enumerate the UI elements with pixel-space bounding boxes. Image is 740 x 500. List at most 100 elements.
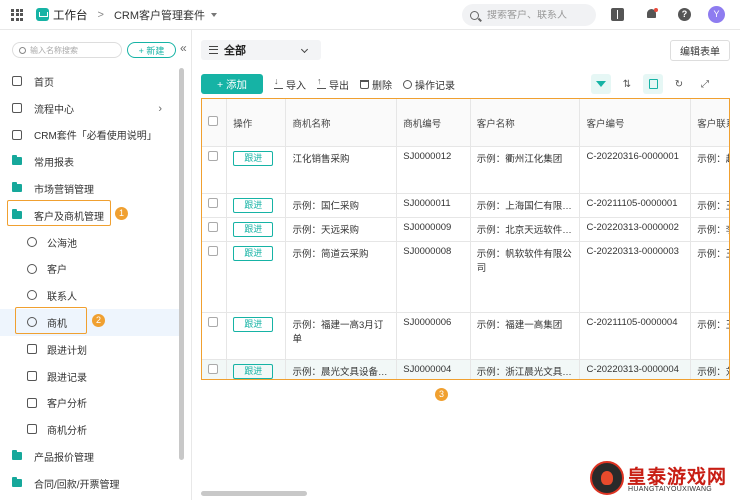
sidebar-scrollbar[interactable] xyxy=(179,68,184,460)
table-cell[interactable]: 示例：简道云采购 xyxy=(285,241,398,313)
table-cell[interactable]: 示例：晨光文具设备… xyxy=(285,359,398,379)
row-checkbox[interactable] xyxy=(208,246,218,256)
export-label: 导出 xyxy=(329,80,349,92)
workspace-title[interactable]: 工作台 xyxy=(53,7,88,23)
sheet-icon xyxy=(648,79,658,89)
sidebar-item-label: 跟进计划 xyxy=(47,345,87,357)
watermark-subtitle: HUANGTAIYOUXIWANG xyxy=(628,486,713,493)
row-select-cell xyxy=(201,359,228,379)
operation-log-button[interactable]: 操作记录 xyxy=(403,77,455,92)
follow-up-button[interactable]: 跟进 xyxy=(233,198,274,213)
row-checkbox[interactable] xyxy=(208,198,218,208)
table-row[interactable]: 跟进 示例：晨光文具设备… SJ0000004 示例：浙江晨光文具… C-202… xyxy=(201,359,729,379)
follow-up-button[interactable]: 跟进 xyxy=(233,151,274,166)
sidebar-search-input[interactable] xyxy=(30,45,115,55)
sidebar-item-follow-plan[interactable]: 跟进计划 xyxy=(0,336,180,363)
table-cell[interactable]: 示例：福建一高3月订单 xyxy=(285,312,398,360)
table-cell: 示例：王立 xyxy=(690,241,729,313)
sort-button[interactable]: ⇅ xyxy=(617,74,637,94)
sidebar-item-contacts[interactable]: 联系人 xyxy=(0,282,180,309)
table-row[interactable]: 跟进 示例：天远采购 SJ0000009 示例：北京天远软件… C-202203… xyxy=(201,217,729,242)
refresh-button[interactable]: ↻ xyxy=(669,74,689,94)
row-checkbox[interactable] xyxy=(208,317,218,327)
select-all-checkbox[interactable] xyxy=(208,116,218,126)
column-settings-button[interactable] xyxy=(643,74,663,94)
table-cell: C-20220313-0000003 xyxy=(579,241,692,313)
column-header[interactable]: 商机名称 xyxy=(285,98,398,147)
column-header[interactable]: 操作 xyxy=(226,98,287,147)
export-button[interactable]: 导出 xyxy=(317,76,349,92)
home-icon xyxy=(12,76,22,86)
sidebar-item-quotes[interactable]: 产品报价管理 xyxy=(0,443,180,470)
delete-button[interactable]: 删除 xyxy=(360,77,392,92)
sidebar-item-follow-records[interactable]: 跟进记录 xyxy=(0,363,180,390)
row-checkbox[interactable] xyxy=(208,364,218,374)
follow-up-button[interactable]: 跟进 xyxy=(233,364,274,379)
table-row[interactable]: 跟进 示例：福建一高3月订单 SJ0000006 示例：福建一高集团 C-202… xyxy=(201,312,729,360)
filter-button[interactable] xyxy=(591,74,611,94)
sidebar-item-flow-center[interactable]: 流程中心 › xyxy=(0,95,180,122)
sidebar-item-customers[interactable]: 客户 xyxy=(0,256,180,283)
sidebar-item-public-pool[interactable]: 公海池 xyxy=(0,229,180,256)
column-header[interactable]: 客户编号 xyxy=(579,98,692,147)
sidebar-item-contracts[interactable]: 合同/回款/开票管理 xyxy=(0,470,180,497)
fullscreen-button[interactable]: ⤢ xyxy=(695,74,715,94)
table-horizontal-scrollbar[interactable] xyxy=(201,491,307,496)
help-icon[interactable]: ? xyxy=(678,8,691,21)
table-row[interactable]: 跟进 示例：国仁采购 SJ0000011 示例：上海国仁有限… C-202111… xyxy=(201,193,729,218)
notification-bell-icon[interactable] xyxy=(645,8,658,21)
add-button[interactable]: + 添加 xyxy=(201,74,263,94)
column-header[interactable]: 客户联系人 xyxy=(690,98,729,147)
sidebar-item-label: 客户 xyxy=(47,265,67,277)
row-select-cell xyxy=(201,193,228,218)
workspace-logo-icon xyxy=(36,8,49,21)
sidebar-item-home[interactable]: 首页 xyxy=(0,68,180,95)
watermark-title: 皇泰游戏网 xyxy=(627,466,728,488)
folder-icon xyxy=(12,182,22,193)
table-cell: C-20220313-0000002 xyxy=(579,217,692,242)
table-cell[interactable]: 江化销售采购 xyxy=(285,146,398,194)
follow-up-button[interactable]: 跟进 xyxy=(233,317,274,332)
folder-icon xyxy=(12,155,22,166)
table-cell: 示例：王倩 xyxy=(690,193,729,218)
table-cell[interactable]: 示例：天远采购 xyxy=(285,217,398,242)
column-header[interactable]: 客户名称 xyxy=(469,98,581,147)
new-button[interactable]: + 新建 xyxy=(127,42,176,58)
sidebar-item-label: 商机分析 xyxy=(47,426,87,438)
chevron-down-icon[interactable] xyxy=(211,12,217,17)
breadcrumb-app[interactable]: CRM客户管理套件 xyxy=(114,7,205,23)
global-search-input[interactable] xyxy=(487,9,587,21)
person-icon xyxy=(27,263,37,274)
data-table: 操作 商机名称 商机编号 客户名称 客户编号 客户联系人 跟进 江化销售采购 S… xyxy=(201,98,729,379)
table-toolbar: + 添加 导入 导出 删除 操作记录 xyxy=(201,74,455,94)
step-badge-1: 1 xyxy=(115,207,128,220)
action-cell: 跟进 xyxy=(226,217,287,242)
avatar[interactable]: Y xyxy=(708,6,725,23)
column-header[interactable]: 商机编号 xyxy=(396,98,471,147)
follow-up-button[interactable]: 跟进 xyxy=(233,222,274,237)
sidebar-search[interactable] xyxy=(12,42,122,58)
global-search[interactable] xyxy=(462,4,596,26)
row-checkbox[interactable] xyxy=(208,151,218,161)
view-selector[interactable]: 全部 xyxy=(201,40,321,60)
app-grid-icon[interactable] xyxy=(11,8,23,21)
sidebar-item-label: 跟进记录 xyxy=(47,372,87,384)
table-row[interactable]: 跟进 示例：简道云采购 SJ0000008 示例：帆软软件有限公司 C-2022… xyxy=(201,241,729,313)
follow-up-button[interactable]: 跟进 xyxy=(233,246,274,261)
edit-form-button[interactable]: 编辑表单 xyxy=(670,40,730,61)
table-row[interactable]: 跟进 江化销售采购 SJ0000012 示例：衢州江化集团 C-20220316… xyxy=(201,146,729,194)
sidebar-item-customer-analysis[interactable]: 客户分析 xyxy=(0,390,180,417)
sidebar-item-reports[interactable]: 常用报表 xyxy=(0,148,180,175)
table-cell[interactable]: 示例：国仁采购 xyxy=(285,193,398,218)
row-checkbox[interactable] xyxy=(208,222,218,232)
sidebar-item-opportunity-analysis[interactable]: 商机分析 xyxy=(0,416,180,443)
list-icon xyxy=(209,46,218,54)
guide-book-icon[interactable] xyxy=(611,8,624,21)
sidebar-item-label: 客户分析 xyxy=(47,399,87,411)
record-icon xyxy=(27,370,37,381)
collapse-sidebar-icon[interactable]: « xyxy=(180,41,187,55)
sidebar-item-crm-guide[interactable]: CRM套件「必看使用说明」 xyxy=(0,122,180,149)
import-button[interactable]: 导入 xyxy=(274,76,306,92)
action-cell: 跟进 xyxy=(226,146,287,194)
sidebar-item-marketing[interactable]: 市场营销管理 xyxy=(0,175,180,202)
